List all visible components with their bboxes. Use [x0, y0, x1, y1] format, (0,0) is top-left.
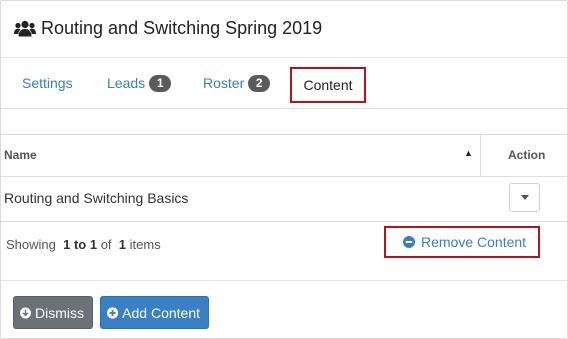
- add-content-label: Add Content: [122, 304, 200, 321]
- plus-circle-icon: [107, 306, 119, 319]
- table-header: Name ▲ Action: [1, 134, 567, 177]
- tab-settings-label: Settings: [22, 75, 73, 91]
- dismiss-label: Dismiss: [35, 304, 84, 321]
- row-action-dropdown-button[interactable]: [509, 183, 540, 212]
- tab-content[interactable]: Content: [290, 67, 366, 103]
- page-title: Routing and Switching Spring 2019: [41, 18, 323, 38]
- panel-header: Routing and Switching Spring 2019: [1, 1, 567, 58]
- remove-content-label: Remove Content: [421, 234, 527, 250]
- tab-leads[interactable]: Leads 1: [107, 58, 172, 108]
- tab-roster[interactable]: Roster 2: [203, 58, 271, 108]
- arrow-circle-down-icon: [20, 307, 31, 318]
- caret-down-icon: [520, 195, 529, 200]
- content-name-cell: Routing and Switching Basics: [4, 190, 189, 206]
- users-icon: [14, 20, 36, 37]
- column-header-action: Action: [508, 148, 546, 162]
- tab-settings[interactable]: Settings: [22, 58, 73, 108]
- add-content-button[interactable]: Add Content: [100, 296, 209, 329]
- tab-content-label: Content: [303, 77, 353, 93]
- table-info: Showing 1 to 1 of 1 items: [6, 237, 161, 252]
- column-divider: [480, 135, 481, 176]
- info-range: 1 to 1: [63, 237, 98, 252]
- dismiss-button[interactable]: Dismiss: [13, 296, 93, 329]
- remove-content-menu-item[interactable]: Remove Content: [384, 226, 540, 258]
- sort-asc-icon[interactable]: ▲: [464, 148, 473, 158]
- column-header-name[interactable]: Name: [4, 148, 37, 162]
- panel-footer: Dismiss Add Content: [1, 280, 567, 339]
- roster-count-badge: 2: [248, 74, 271, 92]
- content-panel: Routing and Switching Spring 2019 Settin…: [0, 0, 568, 339]
- info-total: 1: [118, 237, 127, 252]
- minus-circle-icon: [403, 236, 415, 248]
- leads-count-badge: 1: [149, 74, 172, 92]
- tab-leads-label: Leads: [107, 75, 146, 91]
- info-showing: Showing: [6, 237, 56, 252]
- tab-bar: Settings Leads 1 Roster 2 Content: [1, 58, 567, 109]
- info-of: of: [100, 237, 112, 252]
- info-items: items: [129, 237, 161, 252]
- tab-roster-label: Roster: [203, 75, 245, 91]
- table-row: Routing and Switching Basics: [1, 176, 567, 222]
